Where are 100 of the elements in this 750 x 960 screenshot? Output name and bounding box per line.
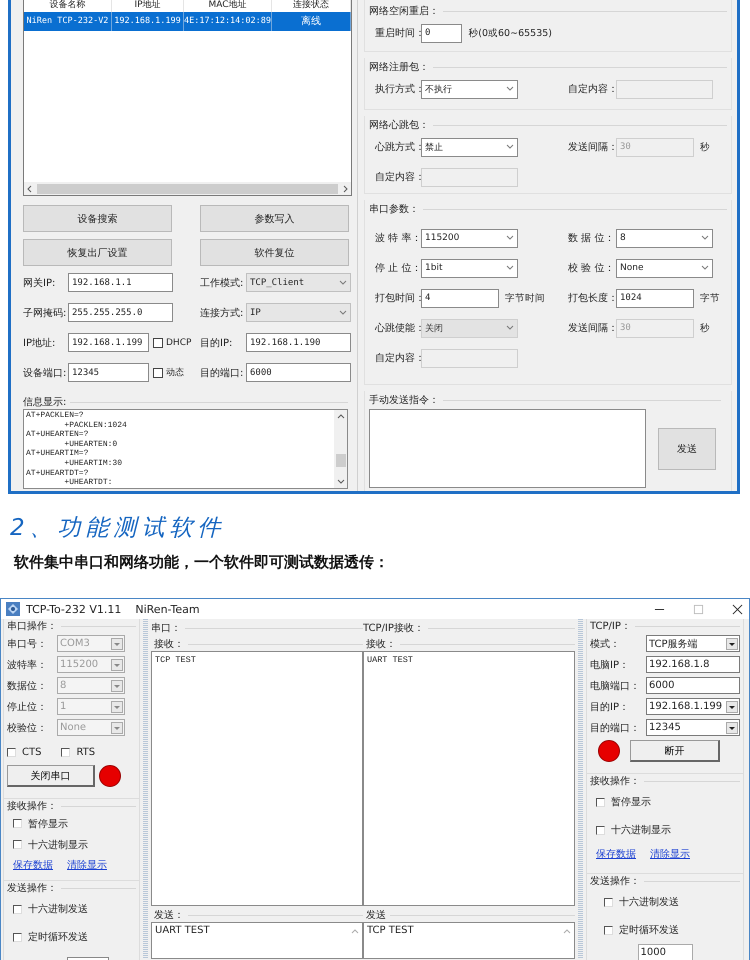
send-text: UART TEST — [155, 925, 210, 936]
link[interactable]: 保存数据 — [596, 847, 636, 861]
checkbox[interactable] — [596, 826, 605, 834]
send-area[interactable]: UART TEST — [151, 922, 363, 959]
dropdown[interactable]: TCP服务端 — [646, 635, 740, 652]
send-button[interactable]: 发送 — [658, 428, 716, 470]
dropdown[interactable]: 禁止 — [421, 138, 518, 156]
log-line: AT+PACKLEN=? — [26, 411, 85, 421]
dropdown[interactable]: 192.168.1.199 — [646, 698, 740, 715]
scroll-up-icon[interactable] — [336, 413, 344, 421]
horizontal-scrollbar[interactable] — [24, 182, 351, 195]
unit-label: 秒 — [700, 140, 710, 154]
device-row[interactable]: NiRen TCP-232-V2 192.168.1.199 4E:17:12:14:02:89 离线 — [24, 12, 351, 31]
checkbox-label: 动态 — [166, 366, 184, 379]
dropdown[interactable]: TCP_Client — [246, 273, 351, 292]
action-button[interactable]: 恢复出厂设置 — [23, 239, 172, 266]
group-title: 发送操作： — [7, 882, 57, 895]
scroll-down-icon[interactable] — [336, 477, 344, 485]
link[interactable]: 清除显示 — [67, 858, 107, 872]
field-label: 数据位： — [7, 680, 48, 692]
chevron-down-icon — [339, 310, 347, 316]
window-title: TCP-To-232 V1.11 — [26, 602, 122, 616]
input-field[interactable]: 6000 — [246, 363, 351, 382]
field-label: 设备端口: — [23, 366, 68, 380]
checkbox[interactable] — [7, 748, 16, 757]
field-label: 发送间隔： — [568, 141, 616, 154]
action-button[interactable]: 软件复位 — [200, 239, 349, 266]
action-button[interactable]: 设备搜索 — [23, 205, 172, 232]
link[interactable]: 清除显示 — [650, 847, 690, 861]
checkbox[interactable] — [13, 840, 22, 849]
checkbox[interactable] — [153, 368, 163, 378]
splitter-handle[interactable] — [143, 619, 148, 959]
close-port-button[interactable]: 关闭串口 — [7, 765, 95, 787]
checkbox[interactable] — [13, 819, 22, 828]
checkbox[interactable] — [13, 932, 22, 942]
receive-area[interactable]: TCP TEST — [151, 651, 363, 906]
action-button[interactable]: 参数写入 — [200, 205, 349, 232]
dropdown[interactable]: 不执行 — [421, 80, 518, 98]
scroll-right-icon[interactable] — [341, 184, 349, 192]
unit-label: 字节 — [700, 292, 720, 304]
input-field[interactable]: 4 — [421, 288, 499, 308]
checkbox-label: 暂停显示 — [28, 818, 68, 830]
input-field[interactable]: 255.255.255.0 — [68, 303, 173, 322]
input-field[interactable]: 0 — [421, 24, 462, 42]
checkbox-label: 十六进制发送 — [619, 896, 679, 909]
dropdown[interactable]: None — [616, 258, 713, 278]
group-title: 网络注册包： — [369, 60, 429, 74]
log-line: AT+UHEARTIM=? — [26, 449, 90, 459]
section-heading: 2、功能测试软件 — [10, 514, 227, 543]
disconnect-button[interactable]: 断开 — [630, 740, 720, 762]
splitter-handle[interactable] — [578, 619, 583, 959]
receive-area[interactable]: UART TEST — [363, 651, 575, 906]
dropdown[interactable]: 8 — [616, 228, 713, 248]
dropdown[interactable]: IP — [246, 303, 351, 322]
dropdown[interactable]: 115200 — [421, 228, 518, 248]
group-title: 串口参数： — [369, 202, 419, 216]
group-title: 接收： — [154, 638, 184, 651]
input-field[interactable]: 12345 — [68, 363, 149, 382]
field-label: 自定内容： — [568, 82, 616, 96]
field-label: 网关IP: — [23, 276, 56, 290]
input-field[interactable]: 1024 — [616, 288, 694, 308]
log-line: +UHEARTIM:30 — [63, 458, 124, 469]
checkbox[interactable] — [604, 898, 613, 906]
chevron-down-icon — [506, 144, 514, 150]
command-input[interactable] — [369, 409, 646, 488]
chevron-down-icon — [506, 235, 514, 241]
input-field[interactable]: 192.168.1.8 — [646, 656, 740, 673]
input-field[interactable]: 192.168.1.1 — [68, 273, 173, 292]
close-icon[interactable] — [732, 604, 743, 614]
dropdown[interactable]: 12345 — [646, 719, 740, 736]
send-area[interactable]: TCP TEST — [363, 922, 575, 959]
dropdown[interactable]: 1bit — [421, 258, 518, 278]
checkbox[interactable] — [604, 926, 613, 934]
log-line: +UHEARTDT: — [63, 478, 114, 488]
field-label: 数 据 位： — [568, 232, 616, 245]
interval-field[interactable]: 1000 — [638, 944, 692, 960]
checkbox-label: 暂停显示 — [611, 796, 651, 809]
checkbox-label: 十六进制显示 — [611, 824, 671, 837]
input-field[interactable]: 192.168.1.199 — [68, 333, 149, 352]
group-title: 网络心跳包： — [369, 118, 429, 132]
checkbox[interactable] — [153, 338, 163, 348]
checkbox-label: 十六进制显示 — [28, 838, 88, 852]
field-label: 目的端口: — [200, 366, 244, 380]
scroll-left-icon[interactable] — [26, 184, 34, 192]
log-line: +UHEARTEN:0 — [63, 440, 118, 450]
field-label: 目的IP: — [200, 336, 234, 350]
checkbox[interactable] — [61, 748, 70, 757]
checkbox[interactable] — [596, 798, 605, 806]
input-field[interactable]: 192.168.1.190 — [246, 333, 351, 352]
scroll-thumb[interactable] — [336, 454, 346, 467]
status-light-icon — [598, 740, 620, 762]
field-label: 工作模式: — [200, 276, 244, 290]
log-line: AT+UHEARTEN=? — [26, 430, 90, 440]
link[interactable]: 保存数据 — [13, 858, 53, 872]
vertical-scrollbar[interactable] — [334, 410, 347, 488]
checkbox[interactable] — [13, 904, 22, 914]
group-title: 接收操作： — [7, 800, 57, 813]
unit-label: 字节时间 — [505, 292, 545, 304]
input-field[interactable]: 6000 — [646, 677, 740, 694]
field-label: 波 特 率： — [375, 232, 421, 245]
